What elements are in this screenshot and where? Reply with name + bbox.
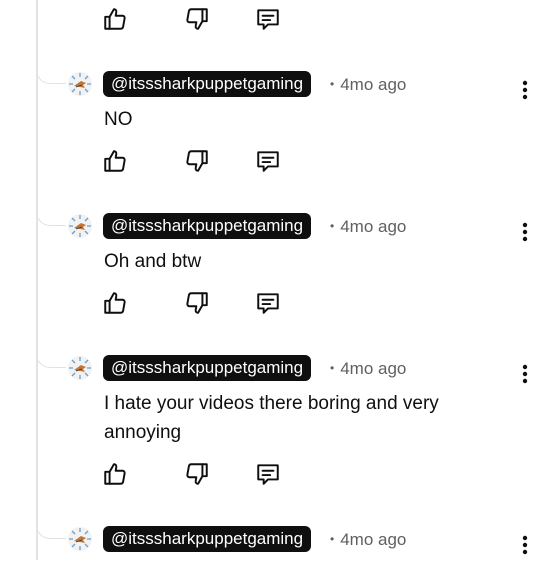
reply-actions xyxy=(0,461,560,489)
more-vert-icon xyxy=(522,535,528,555)
reply-button[interactable] xyxy=(255,290,281,316)
meta-separator: • xyxy=(330,532,335,546)
reply-timestamp: • 4mo ago xyxy=(330,530,406,550)
reply-text: NO xyxy=(104,109,133,130)
author-handle[interactable]: @itsssharkpuppetgaming xyxy=(103,355,312,381)
reply-button[interactable] xyxy=(255,6,281,32)
thread-connector xyxy=(36,511,66,539)
reply-actions xyxy=(0,148,560,176)
thumb-down-icon xyxy=(186,292,208,314)
more-vert-icon xyxy=(522,80,528,100)
shark-avatar-icon xyxy=(68,214,92,238)
thumb-down-icon xyxy=(186,8,208,30)
avatar[interactable] xyxy=(68,72,92,96)
avatar[interactable] xyxy=(68,356,92,380)
time-ago: 4mo ago xyxy=(340,359,407,378)
dislike-button[interactable] xyxy=(184,6,210,32)
more-actions-button[interactable] xyxy=(518,534,532,556)
more-vert-icon xyxy=(522,364,528,384)
shark-avatar-icon xyxy=(68,72,92,96)
thumb-down-icon xyxy=(186,463,208,485)
time-ago: 4mo ago xyxy=(340,75,407,94)
thumb-up-icon xyxy=(104,8,126,30)
like-button[interactable] xyxy=(102,6,128,32)
thumb-up-icon xyxy=(104,292,126,314)
reply-timestamp: • 4mo ago xyxy=(330,359,406,379)
shark-avatar-icon xyxy=(68,527,92,551)
dislike-button[interactable] xyxy=(184,461,210,487)
meta-separator: • xyxy=(330,77,335,91)
more-actions-button[interactable] xyxy=(518,79,532,101)
reply-button[interactable] xyxy=(255,461,281,487)
reply-comment-icon xyxy=(257,9,279,30)
avatar[interactable] xyxy=(68,214,92,238)
like-button[interactable] xyxy=(102,290,128,316)
time-ago: 4mo ago xyxy=(340,530,407,549)
thumb-up-icon xyxy=(104,463,126,485)
reply-button[interactable] xyxy=(255,148,281,174)
shark-avatar-icon xyxy=(68,356,92,380)
thumb-down-icon xyxy=(186,150,208,172)
reply-comment-icon xyxy=(257,151,279,172)
reply-timestamp: • 4mo ago xyxy=(330,217,406,237)
dislike-button[interactable] xyxy=(184,290,210,316)
reply-actions xyxy=(0,6,560,34)
reply-comment-icon xyxy=(257,464,279,485)
time-ago: 4mo ago xyxy=(340,217,407,236)
dislike-button[interactable] xyxy=(184,148,210,174)
reply-comment-icon xyxy=(257,293,279,314)
author-handle[interactable]: @itsssharkpuppetgaming xyxy=(103,213,312,239)
reply-actions xyxy=(0,290,560,318)
thread-connector xyxy=(36,198,66,226)
meta-separator: • xyxy=(330,219,335,233)
more-vert-icon xyxy=(522,222,528,242)
author-handle[interactable]: @itsssharkpuppetgaming xyxy=(103,71,312,97)
thread-connector xyxy=(36,340,66,368)
thread-connector xyxy=(36,56,66,84)
thumb-up-icon xyxy=(104,150,126,172)
like-button[interactable] xyxy=(102,148,128,174)
reply-timestamp: • 4mo ago xyxy=(330,75,406,95)
reply-text: I hate your videos there boring and very… xyxy=(104,393,439,443)
more-actions-button[interactable] xyxy=(518,221,532,243)
reply-text: Oh and btw xyxy=(104,251,202,272)
author-handle[interactable]: @itsssharkpuppetgaming xyxy=(103,526,312,552)
like-button[interactable] xyxy=(102,461,128,487)
more-actions-button[interactable] xyxy=(518,363,532,385)
avatar[interactable] xyxy=(68,527,92,551)
meta-separator: • xyxy=(330,361,335,375)
